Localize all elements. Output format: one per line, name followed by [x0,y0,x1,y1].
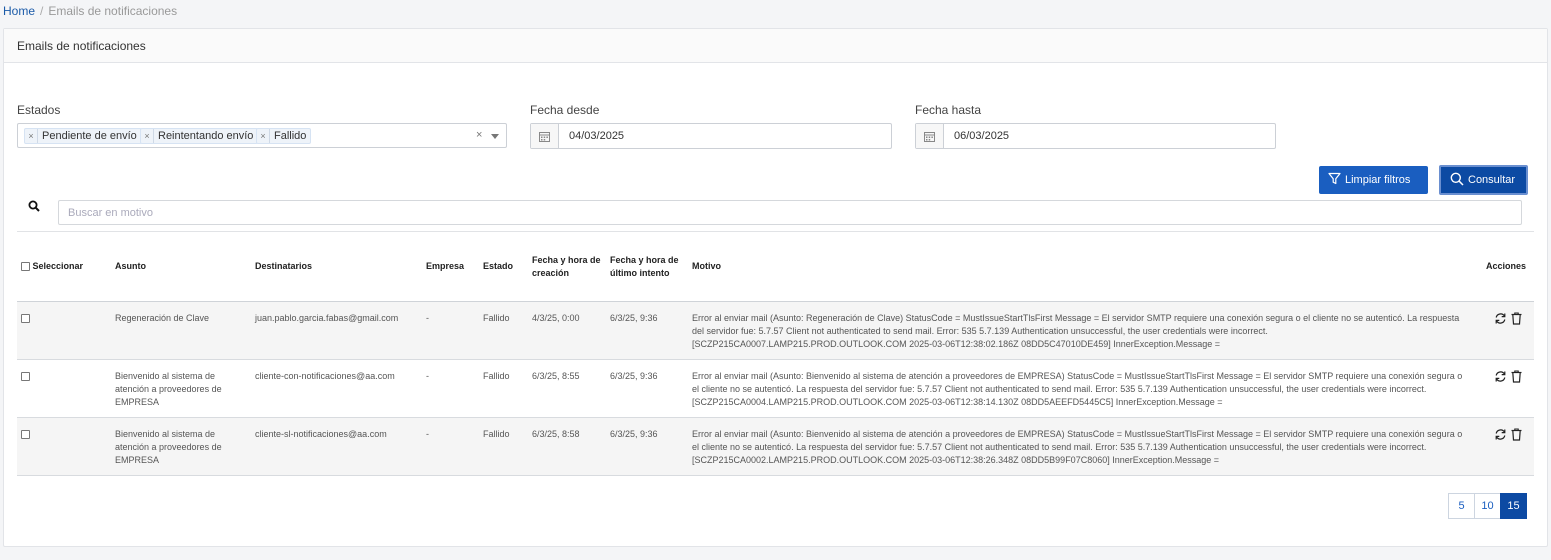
breadcrumb: Home / Emails de notificaciones [3,4,177,18]
cell-estado: Fallido [479,301,528,360]
cell-fecha-creacion: 6/3/25, 8:55 [528,359,606,418]
cell-fecha-ultimo: 6/3/25, 9:36 [606,359,688,418]
cell-asunto: Bienvenido al sistema de atención a prov… [111,359,251,418]
consultar-button[interactable]: Consultar [1439,165,1528,195]
cell-empresa: - [422,359,479,418]
cell-asunto: Bienvenido al sistema de atención a prov… [111,417,251,476]
header-motivo: Motivo [688,231,1474,302]
search-icon [28,200,40,215]
header-select-label: Seleccionar [32,261,84,271]
header-estado: Estado [479,231,528,302]
estado-tag-label: Pendiente de envío [42,130,137,142]
trash-icon[interactable] [1511,370,1522,383]
fecha-hasta-input[interactable]: 06/03/2025 [915,123,1276,149]
trash-icon[interactable] [1511,428,1522,441]
header-select: Seleccionar [17,231,111,302]
cell-motivo: Error al enviar mail (Asunto: Bienvenido… [688,417,1474,476]
header-empresa: Empresa [422,231,479,302]
select-all-checkbox[interactable] [21,262,30,272]
table-row: Bienvenido al sistema de atención a prov… [17,359,1534,418]
cell-acciones [1474,301,1534,360]
cell-motivo: Error al enviar mail (Asunto: Bienvenido… [688,359,1474,418]
row-select-cell [17,359,111,418]
estados-label: Estados [17,103,61,117]
page-size-5-button[interactable]: 5 [1448,493,1475,519]
cell-empresa: - [422,417,479,476]
header-destinatarios: Destinatarios [251,231,422,302]
page-size-10-button[interactable]: 10 [1474,493,1501,519]
row-select-cell [17,301,111,360]
cell-estado: Fallido [479,417,528,476]
cell-motivo: Error al enviar mail (Asunto: Regeneraci… [688,301,1474,360]
row-checkbox[interactable] [21,430,30,440]
chevron-down-icon[interactable] [491,134,499,139]
row-checkbox[interactable] [21,314,30,324]
filter-icon [1328,172,1341,188]
retry-icon[interactable] [1494,312,1507,325]
cell-estado: Fallido [479,359,528,418]
trash-icon[interactable] [1511,312,1522,325]
remove-tag-icon[interactable]: × [141,129,154,143]
fecha-desde-value: 04/03/2025 [569,130,625,142]
breadcrumb-current: Emails de notificaciones [48,4,178,18]
estado-tag-label: Fallido [274,130,307,142]
fecha-hasta-label: Fecha hasta [915,103,982,117]
calendar-icon[interactable] [531,124,559,148]
breadcrumb-home-link[interactable]: Home [3,4,35,18]
card-title: Emails de notificaciones [4,29,1547,63]
clear-filters-button[interactable]: Limpiar filtros [1319,166,1428,194]
retry-icon[interactable] [1494,428,1507,441]
header-fecha-creacion: Fecha y hora de creación [528,231,606,302]
cell-asunto: Regeneración de Clave [111,301,251,360]
retry-icon[interactable] [1494,370,1507,383]
search-icon [1450,172,1464,189]
remove-tag-icon[interactable]: × [257,129,270,143]
remove-tag-icon[interactable]: × [25,129,38,143]
cell-destinatarios: cliente-sl-notificaciones@aa.com [251,417,422,476]
estado-tag: × Pendiente de envío [24,128,142,144]
fecha-hasta-value: 06/03/2025 [954,130,1010,142]
cell-acciones [1474,417,1534,476]
cell-destinatarios: juan.pablo.garcia.fabas@gmail.com [251,301,422,360]
estado-tag: × Reintentando envío [140,128,259,144]
fecha-desde-input[interactable]: 04/03/2025 [530,123,892,149]
header-fecha-ultimo: Fecha y hora de último intento [606,231,688,302]
clear-filters-label: Limpiar filtros [1345,174,1411,186]
calendar-icon[interactable] [916,124,944,148]
cell-fecha-ultimo: 6/3/25, 9:36 [606,417,688,476]
header-asunto: Asunto [111,231,251,302]
clear-selection-icon[interactable]: × [476,129,482,141]
estados-multiselect[interactable]: × Pendiente de envío × Reintentando enví… [17,123,507,148]
table-row: Regeneración de Clave juan.pablo.garcia.… [17,301,1534,360]
fecha-desde-label: Fecha desde [530,103,600,117]
motivo-search-input[interactable]: Buscar en motivo [58,200,1522,225]
cell-empresa: - [422,301,479,360]
page-size-15-button[interactable]: 15 [1500,493,1527,519]
breadcrumb-separator: / [40,4,44,18]
row-select-cell [17,417,111,476]
table-header-row: Seleccionar Asunto Destinatarios Empresa… [17,231,1534,302]
consultar-label: Consultar [1468,174,1516,186]
cell-destinatarios: cliente-con-notificaciones@aa.com [251,359,422,418]
cell-fecha-creacion: 6/3/25, 8:58 [528,417,606,476]
estado-tag: × Fallido [256,128,312,144]
table-row: Bienvenido al sistema de atención a prov… [17,417,1534,476]
notifications-card: Emails de notificaciones Estados × Pendi… [3,28,1548,547]
row-checkbox[interactable] [21,372,30,382]
cell-fecha-creacion: 4/3/25, 0:00 [528,301,606,360]
estado-tag-label: Reintentando envío [158,130,254,142]
notifications-table: Seleccionar Asunto Destinatarios Empresa… [17,231,1534,476]
cell-acciones [1474,359,1534,418]
page-size-selector: 5 10 15 [1448,493,1527,519]
cell-fecha-ultimo: 6/3/25, 9:36 [606,301,688,360]
header-acciones: Acciones [1474,231,1534,302]
